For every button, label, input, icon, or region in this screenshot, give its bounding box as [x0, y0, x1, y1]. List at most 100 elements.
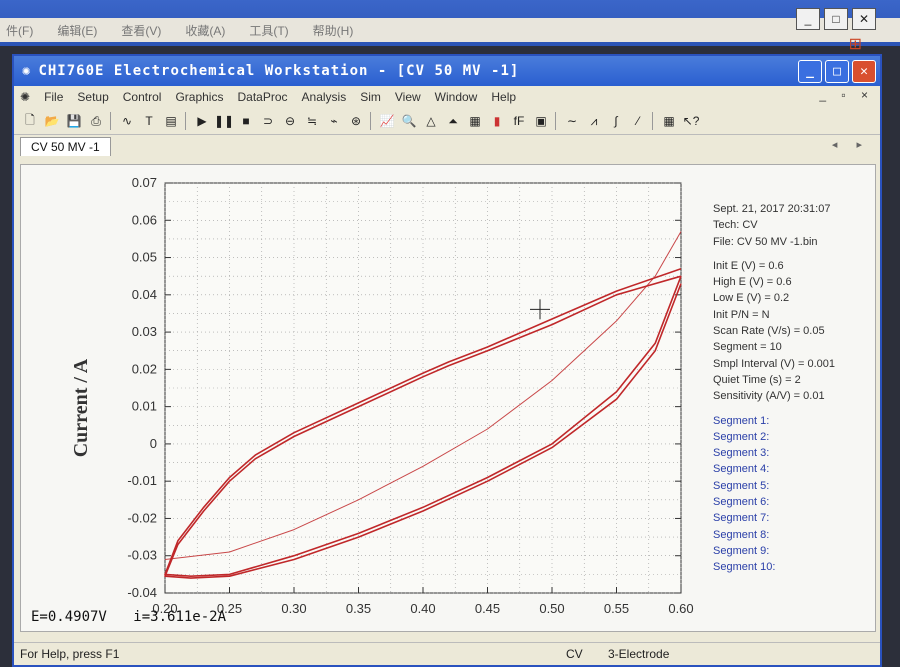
outer-menu-item[interactable]: 查看(V) — [121, 22, 161, 39]
x-tick-label: 0.60 — [668, 601, 693, 616]
outer-menu-item[interactable]: 编辑(E) — [57, 22, 97, 39]
x-tick-label: 0.40 — [410, 601, 435, 616]
stop-icon[interactable]: ■ — [238, 113, 254, 129]
status-electrode: 3-Electrode — [608, 647, 670, 661]
minimize-button[interactable]: _ — [798, 60, 822, 83]
y-tick-label: -0.02 — [127, 510, 157, 525]
outer-menu-item[interactable]: 件(F) — [6, 22, 33, 39]
menu-window[interactable]: Window — [435, 90, 478, 104]
data-list-icon[interactable]: ▦ — [467, 113, 483, 129]
menu-dataproc[interactable]: DataProc — [237, 90, 287, 104]
app-window-controls: _ □ ✕ — [798, 60, 876, 83]
y-tick-label: 0.04 — [132, 287, 157, 302]
app-icon: ✺ — [22, 63, 31, 79]
peak-icon[interactable]: △ — [423, 113, 439, 129]
outer-close-button[interactable]: ✕ — [852, 8, 876, 30]
toolbar-separator — [370, 112, 373, 130]
outer-menubar: 件(F) 编辑(E) 查看(V) 收藏(A) 工具(T) 帮助(H) — [0, 18, 900, 42]
doc-icon[interactable]: ✺ — [20, 90, 30, 104]
info-segment: Segment 4: — [713, 463, 770, 476]
run-icon[interactable]: ▶ — [194, 113, 210, 129]
color-icon[interactable]: ▮ — [489, 113, 505, 129]
context-help-icon[interactable]: ↖? — [683, 113, 700, 129]
app-title: CHI760E Electrochemical Workstation - [C… — [38, 63, 520, 79]
menu-help[interactable]: Help — [491, 90, 516, 104]
new-file-icon[interactable]: 🗋 — [22, 113, 38, 129]
stir-icon[interactable]: ⊛ — [348, 113, 364, 129]
x-tick-label: 0.50 — [539, 601, 564, 616]
print-icon[interactable]: ⎙ — [88, 113, 104, 129]
peak-alt-icon[interactable]: ⏶ — [445, 113, 461, 129]
reverse-icon[interactable]: ⊃ — [260, 113, 276, 129]
y-tick-label: 0.07 — [132, 175, 157, 190]
technique-icon[interactable]: ∿ — [119, 113, 135, 129]
info-segment: Segment 2: — [713, 430, 770, 443]
y-tick-label: -0.04 — [127, 585, 157, 600]
cell-icon[interactable]: ⌁ — [326, 113, 342, 129]
outer-menu-item[interactable]: 帮助(H) — [313, 22, 354, 39]
info-panel: Sept. 21, 2017 20:31:07 Tech: CV File: C… — [713, 201, 873, 576]
info-segment: Segment 7: — [713, 512, 770, 525]
info-param: Segment = 10 — [713, 341, 782, 354]
graph-icon[interactable]: 📈 — [379, 113, 395, 129]
windows-logo-icon: ⊞ — [848, 36, 862, 53]
y-tick-label: 0 — [150, 436, 157, 451]
menu-sim[interactable]: Sim — [360, 90, 381, 104]
info-param: Init P/N = N — [713, 308, 770, 321]
status-technique: CV — [566, 647, 583, 661]
zoom-icon[interactable]: 🔍 — [401, 113, 417, 129]
outer-window-controls: _ □ ✕ — [796, 8, 876, 30]
info-file: File: CV 50 MV -1.bin — [713, 235, 818, 248]
current-readout: i=3.611e-2A — [133, 609, 227, 625]
pause-icon[interactable]: ❚❚ — [214, 113, 234, 129]
filter-icon[interactable]: ≒ — [304, 113, 320, 129]
outer-minimize-button[interactable]: _ — [796, 8, 820, 30]
info-param: Low E (V) = 0.2 — [713, 292, 790, 305]
y-tick-label: 0.03 — [132, 324, 157, 339]
maximize-button[interactable]: □ — [825, 60, 849, 83]
info-param: Quiet Time (s) = 2 — [713, 373, 801, 386]
save-icon[interactable]: 💾 — [66, 113, 82, 129]
menu-control[interactable]: Control — [123, 90, 162, 104]
menu-file[interactable]: File — [44, 90, 63, 104]
menu-view[interactable]: View — [395, 90, 421, 104]
y-tick-label: 0.02 — [132, 361, 157, 376]
info-segment: Segment 3: — [713, 447, 770, 460]
font-icon[interactable]: fF — [511, 113, 527, 129]
toolbar-separator — [110, 112, 113, 130]
info-tech: Tech: CV — [713, 219, 758, 232]
x-tick-label: 0.30 — [281, 601, 306, 616]
mdi-controls[interactable]: _ ▫ × — [819, 88, 874, 102]
menu-graphics[interactable]: Graphics — [175, 90, 223, 104]
toolbar-separator — [185, 112, 188, 130]
plot-area: 0.20 0.25 0.30 0.35 0.40 0.45 0.50 0.55 0.60 0.07… — [20, 164, 876, 632]
close-button[interactable]: ✕ — [852, 60, 876, 83]
outer-menu-item[interactable]: 收藏(A) — [185, 22, 225, 39]
open-folder-icon[interactable]: 📂 — [44, 113, 60, 129]
app-window: ✺ CHI760E Electrochemical Workstation - … — [12, 54, 882, 667]
smooth-icon[interactable]: ∼ — [564, 113, 580, 129]
calculator-icon[interactable]: ▦ — [661, 113, 677, 129]
toolbar-separator — [555, 112, 558, 130]
x-tick-label: 0.35 — [346, 601, 371, 616]
text-icon[interactable]: T — [141, 113, 157, 129]
integrate-icon[interactable]: ∫ — [608, 113, 624, 129]
x-tick-label: 0.55 — [604, 601, 629, 616]
derivative-icon[interactable]: ⩘ — [586, 113, 602, 129]
info-segment: Segment 6: — [713, 496, 770, 509]
baseline-icon[interactable]: ⁄ — [630, 113, 646, 129]
info-param: Scan Rate (V/s) = 0.05 — [713, 325, 825, 338]
tab-cv-50-mv-1[interactable]: CV 50 MV -1 — [20, 137, 111, 156]
report-icon[interactable]: ▣ — [533, 113, 549, 129]
tab-scroll-arrows[interactable]: ◂ ▸ — [832, 138, 870, 151]
menu-analysis[interactable]: Analysis — [302, 90, 347, 104]
outer-menu-item[interactable]: 工具(T) — [249, 22, 288, 39]
menu-setup[interactable]: Setup — [77, 90, 108, 104]
y-tick-label: -0.01 — [127, 473, 157, 488]
parameters-icon[interactable]: ▤ — [163, 113, 179, 129]
app-titlebar: ✺ CHI760E Electrochemical Workstation - … — [14, 56, 880, 86]
outer-maximize-button[interactable]: □ — [824, 8, 848, 30]
info-segment: Segment 8: — [713, 528, 770, 541]
potential-readout: E=0.4907V — [31, 609, 107, 625]
ir-comp-icon[interactable]: ⊖ — [282, 113, 298, 129]
